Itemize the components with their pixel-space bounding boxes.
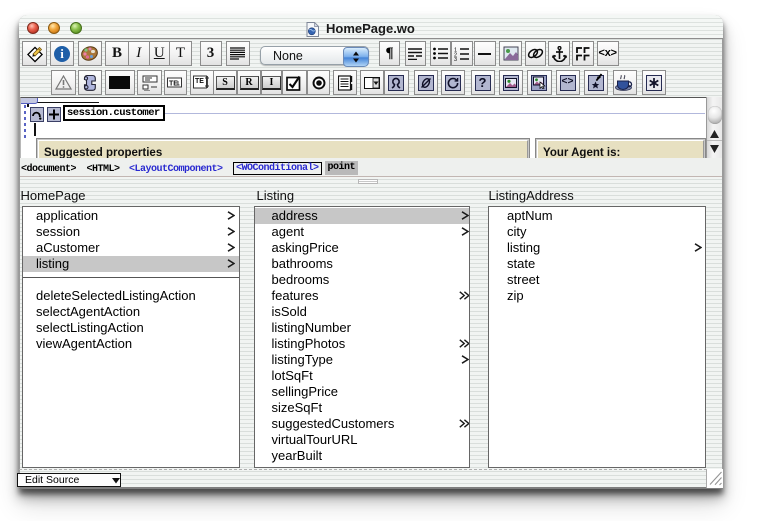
svg-text:3: 3	[454, 57, 457, 61]
svg-text:TE: TE	[169, 80, 178, 87]
svg-text:TE: TE	[195, 78, 204, 85]
